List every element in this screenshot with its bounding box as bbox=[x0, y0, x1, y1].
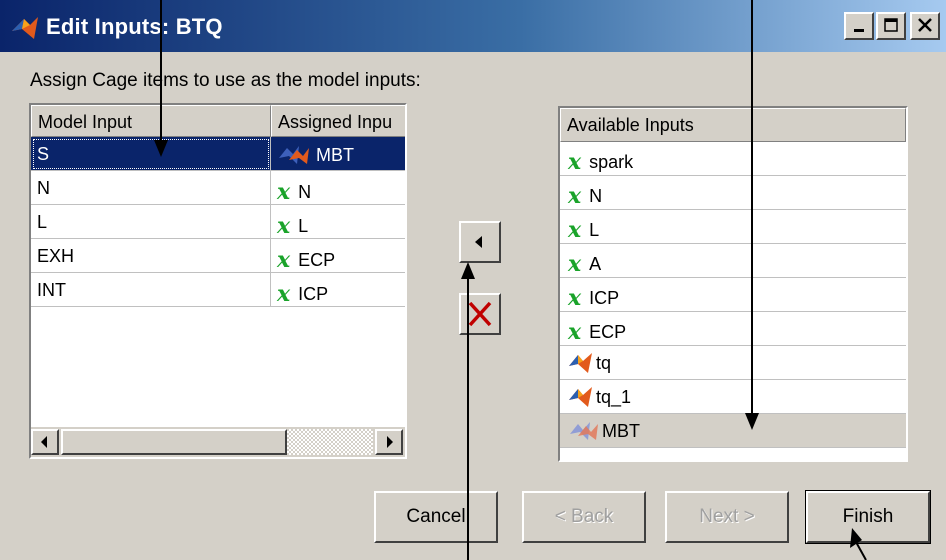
list-item[interactable]: tq bbox=[560, 346, 906, 380]
finish-button[interactable]: Finish bbox=[805, 490, 931, 544]
variable-x-icon: x bbox=[568, 251, 582, 277]
assigned-input-label: MBT bbox=[316, 145, 355, 165]
available-inputs-list[interactable]: Available Inputs x spark xN xL xA x ICP xE… bbox=[558, 106, 908, 462]
available-input-label: ICP bbox=[589, 288, 620, 308]
table-row[interactable]: EXH x ECP bbox=[31, 239, 405, 273]
list-item[interactable]: x ICP bbox=[560, 278, 906, 312]
column-header-assigned-input[interactable]: Assigned Inpu bbox=[271, 105, 405, 137]
variable-x-icon: x bbox=[568, 285, 582, 311]
available-input-label: ECP bbox=[589, 322, 627, 342]
variable-x-icon: x bbox=[277, 213, 291, 239]
list-item[interactable]: tq_1 bbox=[560, 380, 906, 414]
assigned-input-cell: xN bbox=[271, 171, 405, 205]
available-input-label: tq bbox=[596, 353, 612, 373]
arrow-left-icon bbox=[475, 236, 482, 248]
available-input-label: L bbox=[589, 220, 600, 240]
assigned-input-label: N bbox=[298, 182, 312, 202]
available-input-label: N bbox=[589, 186, 603, 206]
table-row[interactable]: L xL bbox=[31, 205, 405, 239]
model-input-cell: INT bbox=[31, 273, 271, 307]
model-input-cell: L bbox=[31, 205, 271, 239]
scrollbar-thumb[interactable] bbox=[61, 429, 287, 455]
next-button[interactable]: Next > bbox=[665, 491, 789, 543]
model-input-cell: N bbox=[31, 171, 271, 205]
assigned-input-cell: x ECP bbox=[271, 239, 405, 273]
minimize-icon bbox=[854, 29, 864, 32]
window-title: Edit Inputs: BTQ bbox=[46, 14, 223, 39]
available-input-label: tq_1 bbox=[596, 387, 632, 407]
cancel-button[interactable]: Cancel bbox=[374, 491, 498, 543]
model-input-cell: S bbox=[31, 137, 271, 171]
assigned-input-label: ICP bbox=[298, 284, 329, 304]
model-input-table[interactable]: Model Input Assigned Inpu S MBT N xN L x… bbox=[29, 103, 407, 459]
available-inputs-header[interactable]: Available Inputs bbox=[560, 108, 906, 142]
assigned-input-label: ECP bbox=[298, 250, 336, 270]
list-item[interactable]: xA bbox=[560, 244, 906, 278]
maximize-icon bbox=[884, 18, 898, 32]
back-button[interactable]: < Back bbox=[522, 491, 646, 543]
close-button[interactable] bbox=[910, 12, 940, 40]
scroll-left-button[interactable] bbox=[31, 429, 59, 455]
model-input-cell: EXH bbox=[31, 239, 271, 273]
list-item[interactable]: MBT bbox=[560, 414, 906, 448]
list-item[interactable]: x spark bbox=[560, 142, 906, 176]
available-input-label: MBT bbox=[602, 421, 640, 441]
red-x-icon bbox=[468, 301, 492, 327]
list-item[interactable]: xL bbox=[560, 210, 906, 244]
assigned-input-cell: MBT bbox=[271, 137, 405, 171]
matlab-logo-icon bbox=[12, 17, 38, 39]
arrow-right-icon bbox=[387, 436, 393, 448]
edit-inputs-dialog: Edit Inputs: BTQ Assign Cage items to us… bbox=[0, 0, 946, 560]
matlab-model-faded-icon bbox=[570, 422, 598, 440]
title-bar[interactable]: Edit Inputs: BTQ bbox=[0, 0, 946, 52]
assigned-input-label: L bbox=[298, 216, 309, 236]
matlab-model-icon bbox=[569, 353, 592, 373]
variable-x-icon: x bbox=[568, 217, 582, 243]
instruction-text: Assign Cage items to use as the model in… bbox=[30, 70, 421, 91]
variable-x-icon: x bbox=[277, 281, 291, 307]
scroll-right-button[interactable] bbox=[375, 429, 403, 455]
list-item[interactable]: x ECP bbox=[560, 312, 906, 346]
assign-input-button[interactable] bbox=[459, 221, 501, 263]
minimize-button[interactable] bbox=[844, 12, 874, 40]
table-row[interactable]: INT x ICP bbox=[31, 273, 405, 307]
table-row[interactable]: S MBT bbox=[31, 137, 405, 171]
horizontal-scrollbar[interactable] bbox=[31, 427, 405, 457]
assigned-input-cell: x ICP bbox=[271, 273, 405, 307]
matlab-model-icon bbox=[569, 387, 592, 407]
column-header-model-input[interactable]: Model Input bbox=[31, 105, 271, 137]
table-row[interactable]: N xN bbox=[31, 171, 405, 205]
list-item[interactable]: xN bbox=[560, 176, 906, 210]
variable-x-icon: x bbox=[568, 319, 582, 345]
available-input-label: spark bbox=[589, 152, 634, 172]
assigned-input-cell: xL bbox=[271, 205, 405, 239]
variable-x-icon: x bbox=[277, 247, 291, 273]
available-input-label: A bbox=[589, 254, 602, 274]
model-icon bbox=[279, 146, 309, 164]
close-icon bbox=[918, 18, 932, 32]
arrow-left-icon bbox=[41, 436, 47, 448]
variable-x-icon: x bbox=[568, 149, 582, 175]
variable-x-icon: x bbox=[568, 183, 582, 209]
remove-input-button[interactable] bbox=[459, 293, 501, 335]
maximize-button[interactable] bbox=[876, 12, 906, 40]
table-header: Model Input Assigned Inpu bbox=[31, 105, 405, 137]
variable-x-icon: x bbox=[277, 179, 291, 205]
